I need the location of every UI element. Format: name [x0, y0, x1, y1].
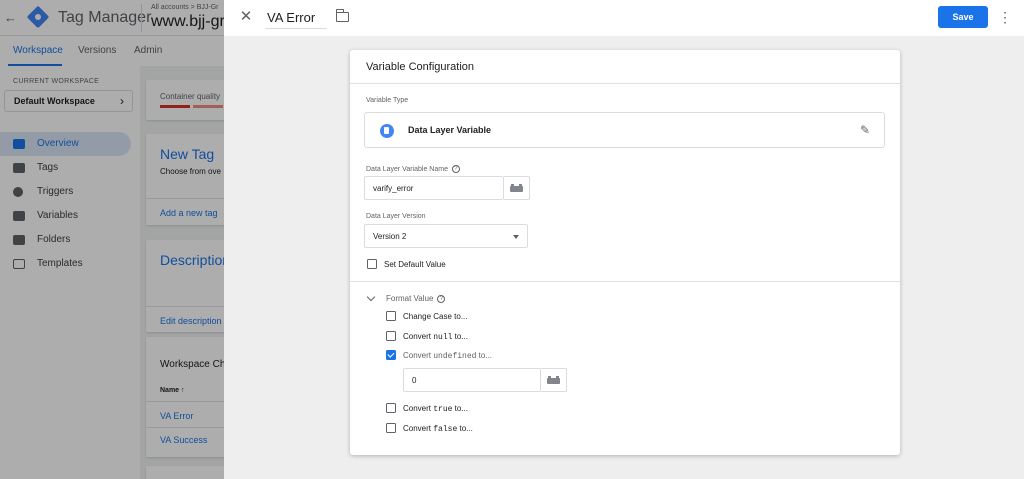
convert-undefined-label[interactable]: Convert undefined to...	[403, 351, 492, 361]
data-layer-icon	[380, 124, 394, 138]
folder-icon[interactable]	[335, 9, 349, 22]
convert-null-label[interactable]: Convert null to...	[403, 332, 468, 342]
change-case-label[interactable]: Change Case to...	[403, 312, 467, 321]
format-value-label: Format Value	[386, 294, 434, 303]
dropdown-caret-icon	[513, 235, 519, 239]
editor-header: ✕ Save ⋮	[224, 0, 1024, 36]
save-button[interactable]: Save	[938, 6, 988, 28]
help-icon[interactable]: ?	[437, 294, 446, 303]
config-divider	[350, 281, 900, 282]
pencil-icon[interactable]: ✎	[858, 123, 872, 137]
variable-type-name: Data Layer Variable	[408, 125, 492, 135]
variable-type-selector[interactable]: Data Layer Variable ✎	[364, 112, 885, 148]
set-default-checkbox[interactable]	[367, 259, 377, 269]
chevron-down-icon[interactable]	[366, 292, 376, 302]
variable-editor-sheet: ✕ Save ⋮ Variable Configuration Variable…	[224, 0, 1024, 479]
more-vert-icon[interactable]: ⋮	[998, 8, 1012, 26]
dl-version-label: Data Layer Version	[366, 213, 426, 220]
dl-version-select[interactable]: Version 2	[364, 224, 528, 248]
convert-false-checkbox[interactable]	[386, 423, 396, 433]
convert-true-label[interactable]: Convert true to...	[403, 404, 468, 414]
format-value-toggle[interactable]: Format Value?	[386, 294, 446, 303]
config-title: Variable Configuration	[366, 61, 475, 73]
help-icon[interactable]: ?	[451, 165, 460, 173]
convert-undefined-checkbox[interactable]	[386, 350, 396, 360]
variable-configuration-card: Variable Configuration Variable Type Dat…	[350, 50, 900, 455]
dl-name-label: Data Layer Variable Name	[366, 165, 448, 173]
variable-name-input[interactable]	[265, 7, 327, 29]
convert-true-checkbox[interactable]	[386, 403, 396, 413]
variable-type-label: Variable Type	[366, 97, 409, 104]
set-default-label[interactable]: Set Default Value	[384, 260, 446, 269]
variable-picker-icon[interactable]	[541, 368, 567, 392]
config-divider	[350, 83, 900, 84]
modal-scrim[interactable]	[0, 0, 224, 479]
dl-name-label-row: Data Layer Variable Name?	[366, 165, 460, 173]
change-case-checkbox[interactable]	[386, 311, 396, 321]
variable-picker-icon[interactable]	[504, 176, 530, 200]
convert-null-checkbox[interactable]	[386, 331, 396, 341]
convert-false-label[interactable]: Convert false to...	[403, 424, 473, 434]
close-icon[interactable]: ✕	[238, 8, 254, 26]
dl-variable-name-input[interactable]	[364, 176, 504, 200]
dl-version-value: Version 2	[373, 232, 407, 241]
undefined-value-input[interactable]	[403, 368, 541, 392]
